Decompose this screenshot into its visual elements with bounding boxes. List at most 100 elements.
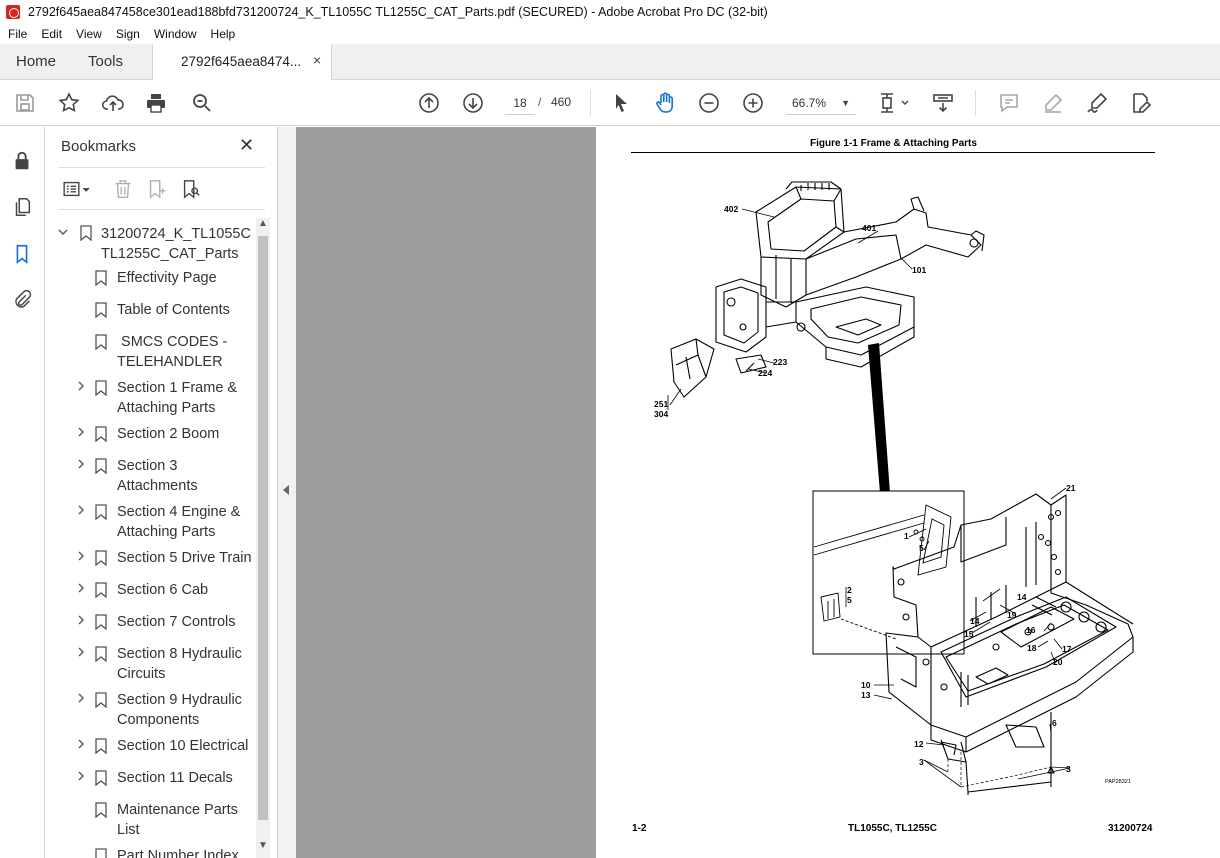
callout-14a: 14 <box>1017 592 1027 602</box>
bookmark-item[interactable]: Section 4 Engine & Attaching Parts <box>45 498 256 544</box>
print-icon[interactable] <box>143 90 169 116</box>
highlight-pen-icon[interactable] <box>1040 90 1066 116</box>
upload-icon[interactable] <box>100 90 126 116</box>
lock-icon[interactable] <box>10 149 34 173</box>
chevron-right-icon[interactable] <box>75 692 87 707</box>
collapse-panel-icon[interactable] <box>283 485 289 495</box>
chevron-down-icon[interactable] <box>57 226 69 241</box>
scrollbar-thumb[interactable] <box>258 236 268 820</box>
chevron-right-icon[interactable] <box>75 504 87 519</box>
callout-3a: 3 <box>919 757 924 767</box>
chevron-right-icon[interactable] <box>75 582 87 597</box>
scroll-up-arrow-icon[interactable]: ▲ <box>256 218 270 234</box>
page-footer-number: 1-2 <box>632 823 647 834</box>
bookmark-item[interactable]: Section 10 Electrical <box>45 732 256 764</box>
tab-home[interactable]: Home <box>16 44 56 80</box>
bookmark-label: TL1255C_CAT_Parts <box>101 246 239 262</box>
bookmark-icon <box>95 550 107 566</box>
bookmark-item[interactable]: Section 9 Hydraulic Components <box>45 686 256 732</box>
bookmark-label: Part Number Index <box>117 848 239 858</box>
page-down-icon[interactable] <box>460 90 486 116</box>
bookmark-item[interactable]: Section 3 Attachments <box>45 452 256 498</box>
callout-17: 17 <box>1062 644 1072 654</box>
bookmark-root[interactable]: 31200724_K_TL1055C TL1255C_CAT_Parts <box>45 218 256 264</box>
zoom-in-icon[interactable] <box>740 90 766 116</box>
bookmark-item[interactable]: SMCS CODES - TELEHANDLER <box>45 328 256 374</box>
tab-document-label: 2792f645aea8474... <box>181 54 302 69</box>
save-icon[interactable] <box>12 90 38 116</box>
page-up-icon[interactable] <box>416 90 442 116</box>
tab-document[interactable]: 2792f645aea8474... × <box>152 44 332 81</box>
callout-18: 18 <box>1027 643 1037 653</box>
bookmark-item[interactable]: Section 1 Frame & Attaching Parts <box>45 374 256 420</box>
bookmark-label: Section 10 Electrical <box>117 738 249 754</box>
bookmark-item[interactable]: Effectivity Page <box>45 264 256 296</box>
bookmarks-scrollbar[interactable]: ▲ ▼ <box>256 218 270 858</box>
bookmark-label: Effectivity Page <box>117 270 217 286</box>
scroll-down-arrow-icon[interactable]: ▼ <box>256 840 270 856</box>
star-icon[interactable] <box>56 90 82 116</box>
bookmark-icon <box>80 225 92 241</box>
attachment-icon[interactable] <box>10 288 34 312</box>
bookmark-item[interactable]: Section 5 Drive Train <box>45 544 256 576</box>
tab-tools[interactable]: Tools <box>88 44 123 80</box>
bookmark-icon[interactable] <box>10 242 34 266</box>
bookmark-options-icon[interactable] <box>59 177 95 201</box>
menu-window[interactable]: Window <box>154 27 197 41</box>
zoom-select[interactable]: 66.7% ▼ <box>786 91 856 115</box>
search-zoom-icon[interactable] <box>189 90 215 116</box>
navigation-rail <box>0 127 45 858</box>
chevron-right-icon[interactable] <box>75 550 87 565</box>
pages-icon[interactable] <box>10 195 34 219</box>
bookmark-item[interactable]: Section 7 Controls <box>45 608 256 640</box>
find-bookmark-icon[interactable] <box>179 177 203 201</box>
divider <box>59 167 265 168</box>
bookmark-item[interactable]: Maintenance Parts List <box>45 796 256 842</box>
edit-pdf-icon[interactable] <box>1128 90 1154 116</box>
chevron-right-icon[interactable] <box>75 738 87 753</box>
scroll-mode-icon[interactable] <box>930 90 956 116</box>
sign-icon[interactable] <box>1084 90 1110 116</box>
chevron-right-icon[interactable] <box>75 614 87 629</box>
acrobat-app-icon <box>6 5 20 19</box>
chevron-right-icon[interactable] <box>75 426 87 441</box>
bookmark-label: Maintenance Parts <box>117 802 238 818</box>
menu-sign[interactable]: Sign <box>116 27 140 41</box>
hand-icon[interactable] <box>652 90 678 116</box>
menu-view[interactable]: View <box>76 27 102 41</box>
callout-15: 15 <box>964 629 974 639</box>
page-fit-icon[interactable] <box>876 90 912 116</box>
bookmark-item[interactable]: Section 6 Cab <box>45 576 256 608</box>
new-bookmark-icon[interactable] <box>145 177 169 201</box>
bookmark-item[interactable]: Section 8 Hydraulic Circuits <box>45 640 256 686</box>
divider <box>59 209 265 210</box>
menu-edit[interactable]: Edit <box>41 27 62 41</box>
menu-file[interactable]: File <box>8 27 27 41</box>
bookmark-label: Section 11 Decals <box>117 770 233 786</box>
bookmark-icon <box>95 802 107 818</box>
tab-close-icon[interactable]: × <box>313 52 321 68</box>
bookmarks-close-icon[interactable]: ✕ <box>239 135 254 156</box>
panel-splitter[interactable] <box>278 127 296 858</box>
chevron-right-icon[interactable] <box>75 458 87 473</box>
menu-help[interactable]: Help <box>211 27 236 41</box>
bookmark-item[interactable]: Section 2 Boom <box>45 420 256 452</box>
chevron-right-icon[interactable] <box>75 380 87 395</box>
bookmark-item[interactable]: Part Number Index <box>45 842 256 858</box>
chevron-right-icon[interactable] <box>75 646 87 661</box>
delete-bookmark-icon[interactable] <box>111 177 135 201</box>
select-cursor-icon[interactable] <box>608 90 634 116</box>
page-number-input[interactable]: 18 <box>505 91 535 115</box>
chevron-right-icon[interactable] <box>75 770 87 785</box>
document-view[interactable]: Figure 1-1 Frame & Attaching Parts 402 4… <box>296 127 1220 858</box>
bookmark-label: TELEHANDLER <box>117 354 223 370</box>
bookmark-icon <box>95 334 107 350</box>
zoom-out-icon[interactable] <box>696 90 722 116</box>
bookmark-item[interactable]: Table of Contents <box>45 296 256 328</box>
comment-icon[interactable] <box>996 90 1022 116</box>
bookmark-item[interactable]: Section 11 Decals <box>45 764 256 796</box>
bookmark-label: Section 6 Cab <box>117 582 209 598</box>
zoom-value: 66.7% <box>792 96 827 110</box>
callout-402: 402 <box>724 204 738 214</box>
callout-12: 12 <box>914 739 924 749</box>
